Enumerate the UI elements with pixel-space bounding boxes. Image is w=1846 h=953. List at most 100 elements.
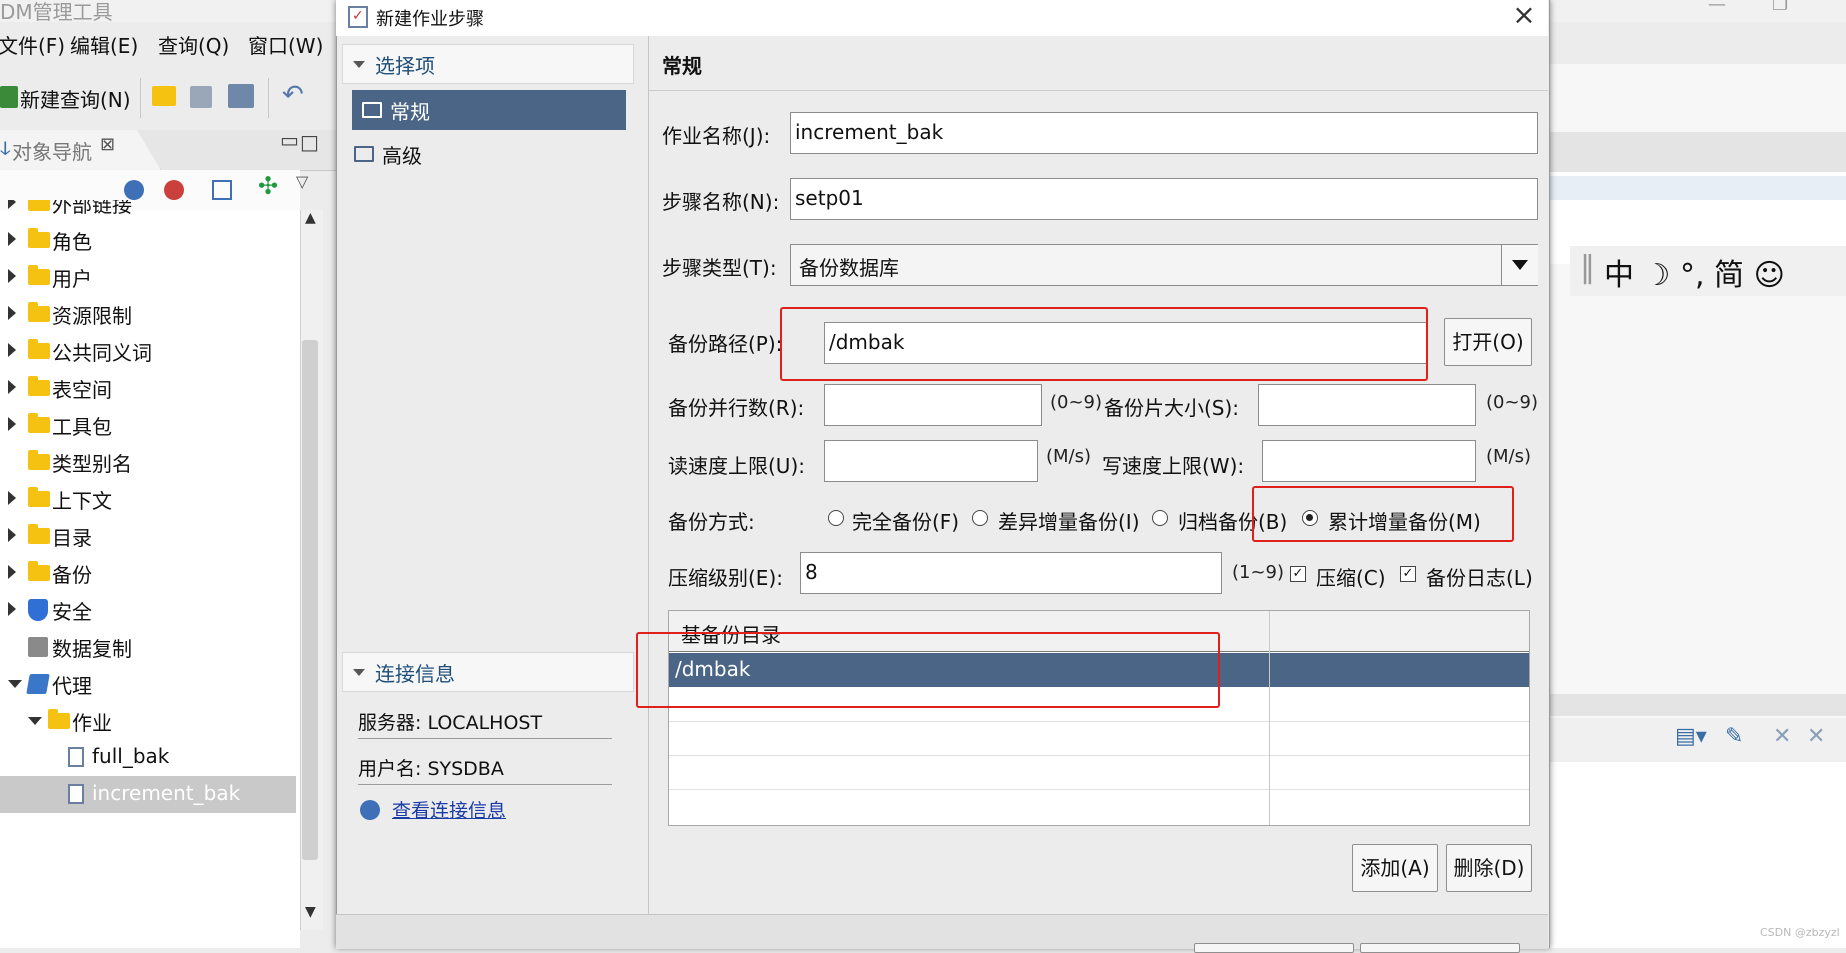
read-speed-field[interactable] [824, 440, 1038, 482]
tree-item[interactable]: 公共同义词 [0, 332, 296, 369]
expand-icon[interactable] [8, 306, 16, 320]
job-name-field[interactable]: increment_bak [790, 112, 1538, 154]
scrollbar-thumb[interactable] [302, 340, 318, 860]
tree-item[interactable]: 数据复制 [0, 628, 296, 665]
parallel-field[interactable] [824, 384, 1042, 426]
tree-item[interactable]: 资源限制 [0, 295, 296, 332]
dropdown-arrow-icon[interactable] [1501, 245, 1538, 285]
collapse-icon[interactable] [28, 717, 42, 725]
step-type-select[interactable]: 备份数据库 [790, 244, 1538, 286]
restore-icon[interactable]: ❐ [1772, 0, 1788, 15]
log-checkbox[interactable]: ✓ [1400, 566, 1416, 582]
folder-icon [48, 709, 70, 729]
console-icon[interactable]: ▤▾ [1675, 724, 1707, 749]
open-folder-icon[interactable] [152, 86, 176, 106]
view-connection-link[interactable]: 查看连接信息 [392, 796, 506, 823]
expand-icon[interactable] [8, 343, 16, 357]
tree-item[interactable]: 表空间 [0, 369, 296, 406]
mode-diff-label[interactable]: 差异增量备份(I) [998, 506, 1140, 535]
menu-window[interactable]: 窗口(W) [248, 30, 323, 59]
tree-item-label: 备份 [52, 563, 92, 587]
tree-item[interactable]: 上下文 [0, 480, 296, 517]
mode-full-label[interactable]: 完全备份(F) [852, 506, 959, 535]
compress-checkbox[interactable]: ✓ [1290, 566, 1306, 582]
close-icon[interactable]: × [1506, 0, 1542, 32]
remove-all-icon[interactable]: ✕ [1807, 724, 1825, 749]
delete-button[interactable]: 删除(D) [1446, 844, 1532, 892]
disconnect-icon[interactable] [164, 180, 184, 200]
scroll-down-icon[interactable]: ▼ [305, 904, 316, 920]
view-menu-icon[interactable]: ▽ [296, 172, 308, 191]
app-title: DM管理工具 [0, 0, 113, 24]
scroll-up-icon[interactable]: ▲ [305, 210, 316, 226]
divider [358, 738, 612, 739]
expand-icon[interactable] [8, 417, 16, 431]
save-icon[interactable] [190, 86, 212, 108]
menu-bar: 文件(F) 编辑(E) 查询(Q) 窗口(W) [0, 26, 340, 62]
mode-diff-radio[interactable] [972, 510, 988, 526]
dialog-button[interactable] [1194, 943, 1354, 953]
expand-icon[interactable] [8, 602, 16, 616]
tree-item-label: 公共同义词 [52, 341, 152, 365]
navigator-icon: ↆ [0, 136, 11, 160]
open-button[interactable]: 打开(O) [1444, 318, 1532, 366]
expand-icon[interactable] [8, 200, 16, 209]
compress-check-label[interactable]: 压缩(C) [1316, 562, 1386, 591]
tree-item[interactable]: increment_bak [0, 776, 296, 813]
expand-icon[interactable] [8, 565, 16, 579]
expand-icon[interactable] [8, 232, 16, 246]
minimize-icon[interactable]: — [1708, 0, 1726, 15]
collapse-icon[interactable] [8, 680, 22, 688]
close-tab-icon[interactable]: ⊠ [100, 134, 115, 155]
expand-icon[interactable]: ✣ [258, 172, 278, 200]
navigator-tab[interactable]: ↆ 对象导航 ⊠ [0, 130, 161, 170]
expand-icon[interactable] [8, 491, 16, 505]
log-check-label[interactable]: 备份日志(L) [1426, 562, 1533, 591]
edit-icon[interactable] [212, 180, 232, 200]
minimize-view-icon[interactable]: ▭ [280, 128, 299, 152]
menu-query[interactable]: 查询(Q) [158, 30, 229, 59]
menu-file[interactable]: 文件(F) [0, 30, 65, 59]
dialog-button[interactable] [1360, 943, 1520, 953]
tree-item-label: increment_bak [92, 781, 241, 805]
tree-item[interactable]: 用户 [0, 258, 296, 295]
remove-icon[interactable]: ✕ [1773, 724, 1791, 749]
tree-item[interactable]: 类型别名 [0, 443, 296, 480]
tree-item[interactable]: 目录 [0, 517, 296, 554]
tree-item[interactable]: 角色 [0, 221, 296, 258]
menu-edit[interactable]: 编辑(E) [70, 30, 138, 59]
add-button[interactable]: 添加(A) [1352, 844, 1438, 892]
write-speed-field[interactable] [1262, 440, 1476, 482]
tree-item-label: 代理 [52, 674, 92, 698]
grid-line [669, 789, 1529, 790]
write-speed-label: 写速度上限(W): [1102, 454, 1245, 478]
ime-handle[interactable]: ‖ [1580, 250, 1595, 285]
step-name-field[interactable]: setp01 [790, 178, 1538, 220]
compress-level-field[interactable]: 8 [800, 552, 1222, 594]
save-all-icon[interactable] [228, 84, 254, 108]
tree-item[interactable]: full_bak [0, 739, 296, 776]
option-advanced[interactable]: 高级 [344, 134, 618, 174]
mode-full-radio[interactable] [828, 510, 844, 526]
expand-icon[interactable] [8, 528, 16, 542]
tree-item[interactable]: 代理 [0, 665, 296, 702]
piece-size-field[interactable] [1258, 384, 1476, 426]
tree-item[interactable]: 作业 [0, 702, 296, 739]
tree-item[interactable]: 备份 [0, 554, 296, 591]
ime-status[interactable]: 中 ☽ °, 简 ☺ [1604, 250, 1785, 294]
expand-icon[interactable] [8, 380, 16, 394]
tree-item[interactable]: 安全 [0, 591, 296, 628]
expand-icon[interactable] [8, 269, 16, 283]
mode-archive-radio[interactable] [1152, 510, 1168, 526]
parallel-range: (0~9) [1050, 392, 1103, 413]
tree-item[interactable]: 工具包 [0, 406, 296, 443]
undo-icon[interactable]: ↶ [282, 80, 304, 110]
options-header[interactable]: 选择项 [342, 44, 634, 84]
connection-header[interactable]: 连接信息 [342, 652, 634, 692]
new-query-button[interactable]: 新建查询(N) [20, 84, 131, 113]
maximize-view-icon[interactable]: □ [300, 130, 319, 154]
connect-icon[interactable] [124, 180, 144, 200]
clear-icon[interactable]: ✎ [1725, 724, 1743, 749]
option-general[interactable]: 常规 [352, 90, 626, 130]
tree-item[interactable]: 外部链接 [0, 200, 296, 221]
